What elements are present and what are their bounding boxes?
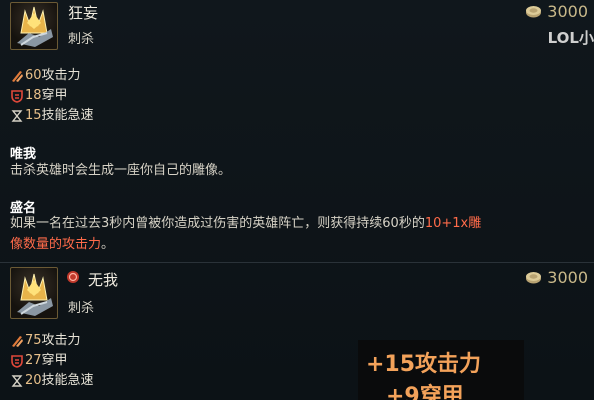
attack-damage-icon <box>12 71 23 82</box>
item-type: 刺杀 <box>68 301 95 316</box>
stat-lethality: 18 穿甲 <box>10 86 94 106</box>
stat-lethality: 27 穿甲 <box>10 351 94 371</box>
stat-value: 27 <box>25 353 42 368</box>
item-crown-icon <box>10 267 58 319</box>
stat-label: 穿甲 <box>41 88 68 103</box>
stat-value: 18 <box>25 88 42 103</box>
stat-label: 攻击力 <box>41 68 81 83</box>
stat-value: 20 <box>25 373 42 388</box>
item-card-1[interactable]: 狂妄 刺杀 3000 LOL小 60 攻击力 18 穿甲 15 技能急速 唯我 … <box>0 0 594 262</box>
watermark: LOL小 <box>547 29 594 47</box>
stat-ability-haste: 20 技能急速 <box>10 371 94 391</box>
stat-attack-damage: 60 攻击力 <box>10 66 94 86</box>
lethality-icon <box>11 355 23 368</box>
caption-line-2: +9穿甲 <box>386 384 464 400</box>
attack-damage-icon <box>12 336 23 347</box>
item-cost: 3000 <box>525 268 588 287</box>
ability-haste-icon <box>11 375 23 387</box>
stat-label: 技能急速 <box>41 373 94 388</box>
stat-value: 60 <box>25 68 42 83</box>
item-name: 无我 <box>88 271 119 289</box>
highlight-text: 10+1x雕 <box>424 216 482 231</box>
highlight-text: 像数量的攻击力 <box>10 237 102 252</box>
item-type: 刺杀 <box>68 32 95 47</box>
passive-description: 如果一名在过去3秒内曾被你造成过伤害的英雄阵亡，则获得持续60秒的10+1x雕像… <box>10 213 590 255</box>
caption-line-1: +15攻击力 <box>366 352 482 377</box>
ability-haste-icon <box>11 110 23 122</box>
lethality-icon <box>11 90 23 103</box>
item-tooltip-panel: 狂妄 刺杀 3000 LOL小 60 攻击力 18 穿甲 15 技能急速 唯我 … <box>0 0 594 400</box>
passive-description: 击杀英雄时会生成一座你自己的雕像。 <box>10 163 232 178</box>
stat-ability-haste: 15 技能急速 <box>10 106 94 126</box>
gold-coin-icon <box>526 272 542 284</box>
stat-value: 75 <box>25 333 42 348</box>
stat-label: 技能急速 <box>41 108 94 123</box>
passive-text: 如果一名在过去3秒内曾被你造成过伤害的英雄阵亡，则获得持续60秒的 <box>10 216 425 231</box>
stats-list: 75 攻击力 27 穿甲 20 技能急速 <box>10 331 94 391</box>
item-cost: 3000 <box>525 2 588 21</box>
stats-list: 60 攻击力 18 穿甲 15 技能急速 <box>10 66 94 126</box>
item-name: 狂妄 <box>68 4 99 22</box>
video-caption-overlay: +15攻击力 +9穿甲 <box>358 340 524 400</box>
stat-label: 攻击力 <box>41 333 81 348</box>
stat-label: 穿甲 <box>41 353 68 368</box>
stat-value: 15 <box>25 108 42 123</box>
gold-coin-icon <box>526 6 542 18</box>
item-crown-icon <box>10 2 58 50</box>
cost-value: 3000 <box>547 268 588 287</box>
passive-text: 。 <box>101 237 115 252</box>
red-rune-icon <box>67 271 79 283</box>
cost-value: 3000 <box>547 2 588 21</box>
stat-attack-damage: 75 攻击力 <box>10 331 94 351</box>
